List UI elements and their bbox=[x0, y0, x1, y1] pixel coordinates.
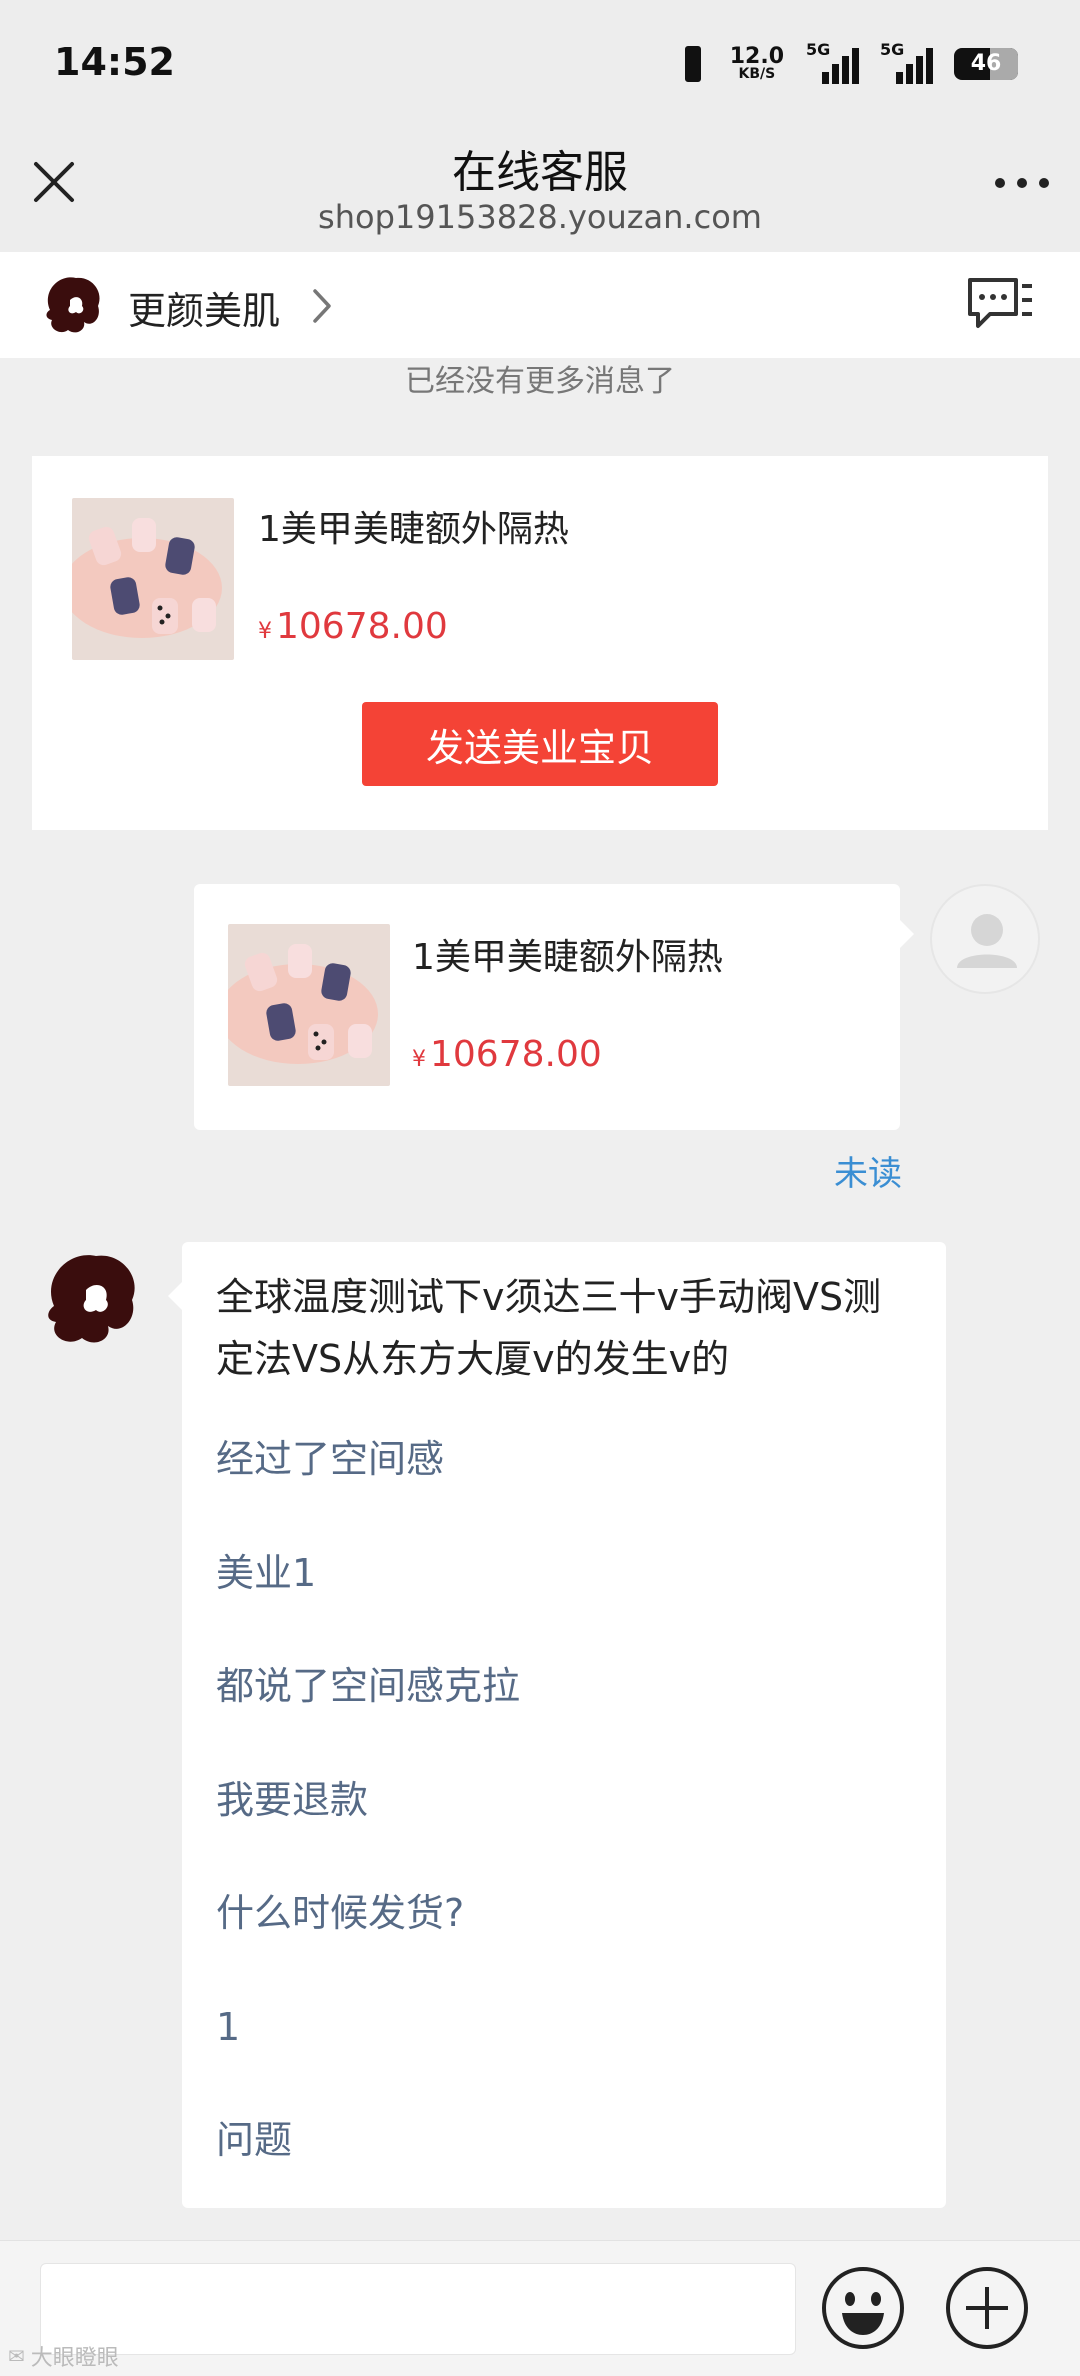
page-url: shop19153828.youzan.com bbox=[318, 198, 762, 236]
sim1-network-label: 5G bbox=[806, 40, 831, 59]
chevron-right-icon bbox=[313, 289, 331, 323]
watermark: ✉ 大眼瞪眼 bbox=[8, 2340, 119, 2372]
watermark-logo-icon: ✉ bbox=[8, 2344, 25, 2368]
watermark-text: 大眼瞪眼 bbox=[30, 2346, 119, 2371]
faq-item[interactable]: 美业1 bbox=[216, 1542, 520, 1656]
currency-symbol: ¥ bbox=[412, 1047, 426, 1072]
faq-item[interactable]: 问题 bbox=[216, 2109, 520, 2223]
history-status: 已经没有更多消息了 bbox=[405, 364, 675, 399]
sent-product-thumbnail bbox=[228, 924, 390, 1086]
battery-icon: 46 bbox=[954, 48, 1018, 80]
status-icons: 12.0 KB/S 5G 5G 46 bbox=[678, 40, 1018, 88]
status-time: 14:52 bbox=[54, 40, 175, 84]
more-options-icon[interactable] bbox=[992, 168, 1052, 198]
sent-product-price: ¥10678.00 bbox=[412, 1034, 602, 1075]
user-avatar[interactable] bbox=[930, 884, 1040, 994]
signal-icon-sim2: 5G bbox=[880, 40, 933, 86]
service-reply-message: 全球温度测试下v须达三十v手动阀VS测定法VS从东方大厦v的发生v的 经过了空间… bbox=[168, 1242, 946, 2208]
vibrate-icon bbox=[678, 44, 708, 84]
faq-item[interactable]: 我要退款 bbox=[216, 1769, 520, 1883]
plus-icon[interactable] bbox=[944, 2265, 1030, 2351]
default-user-icon bbox=[957, 914, 1017, 968]
battery-level: 46 bbox=[970, 51, 1002, 76]
nav-bar: 在线客服 shop19153828.youzan.com bbox=[0, 128, 1080, 252]
faq-item[interactable]: 都说了空间感克拉 bbox=[216, 1655, 520, 1769]
faq-list: 经过了空间感 美业1 都说了空间感克拉 我要退款 什么时候发货? 1 问题 bbox=[216, 1428, 520, 2223]
input-bar bbox=[0, 2240, 1080, 2376]
page-title: 在线客服 bbox=[452, 147, 628, 198]
sent-product-title: 1美甲美睫额外隔热 bbox=[412, 937, 723, 978]
shop-name[interactable]: 更颜美肌 bbox=[128, 280, 280, 335]
sim2-network-label: 5G bbox=[880, 40, 905, 59]
faq-item[interactable]: 1 bbox=[216, 1996, 520, 2110]
network-speed-unit: KB/S bbox=[738, 66, 776, 82]
product-price: ¥10678.00 bbox=[258, 606, 448, 647]
network-speed: 12.0 KB/S bbox=[730, 46, 784, 82]
sent-product-message[interactable]: 1美甲美睫额外隔热 ¥10678.00 bbox=[194, 884, 914, 1130]
faq-item[interactable]: 什么时候发货? bbox=[216, 1882, 520, 1996]
shop-avatar bbox=[40, 270, 108, 338]
send-product-button[interactable]: 发送美业宝贝 bbox=[362, 702, 718, 786]
shop-header[interactable]: 更颜美肌 bbox=[0, 252, 1080, 358]
currency-symbol: ¥ bbox=[258, 619, 272, 644]
emoji-icon[interactable] bbox=[820, 2265, 906, 2351]
product-thumbnail[interactable] bbox=[72, 498, 234, 660]
message-input[interactable] bbox=[40, 2263, 796, 2355]
sent-product-price-value: 10678.00 bbox=[430, 1034, 602, 1075]
product-title: 1美甲美睫额外隔热 bbox=[258, 509, 569, 550]
reply-text: 全球温度测试下v须达三十v手动阀VS测定法VS从东方大厦v的发生v的 bbox=[216, 1275, 882, 1381]
read-status: 未读 bbox=[834, 1154, 902, 1194]
status-bar: 14:52 12.0 KB/S 5G 5G 46 bbox=[0, 0, 1080, 128]
product-card: 1美甲美睫额外隔热 ¥10678.00 发送美业宝贝 bbox=[32, 456, 1048, 830]
service-avatar[interactable] bbox=[40, 1244, 148, 1352]
faq-item[interactable]: 经过了空间感 bbox=[216, 1428, 520, 1542]
product-price-value: 10678.00 bbox=[276, 606, 448, 647]
signal-icon-sim1: 5G bbox=[806, 40, 859, 86]
chat-list-icon[interactable] bbox=[964, 274, 1034, 334]
